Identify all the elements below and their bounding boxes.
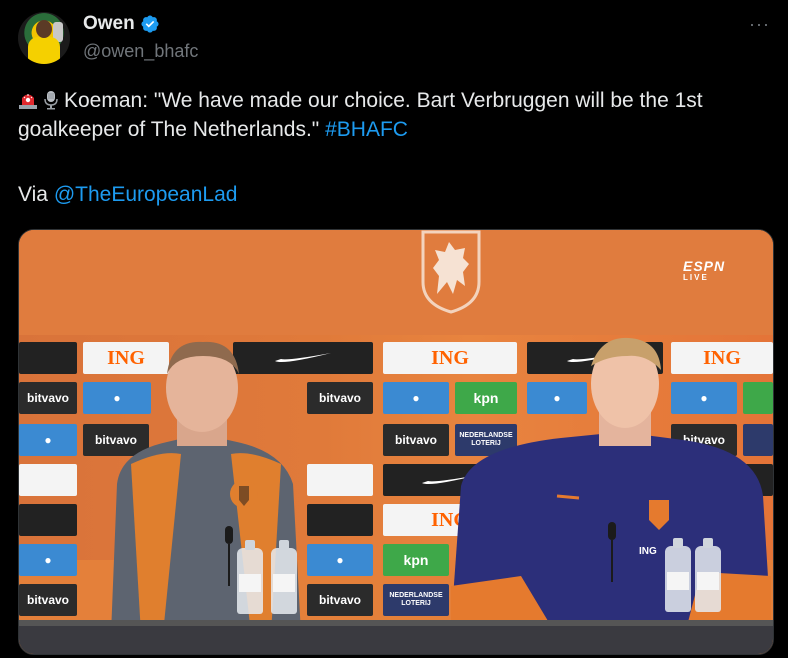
author-handle[interactable]: @owen_bhafc: [83, 41, 198, 62]
via-line: Via @TheEuropeanLad: [18, 183, 237, 207]
lottery-wordmark-2: NEDERLANDSE LOTERIJ: [389, 592, 443, 607]
board-tile-lottery-3: NEDERLANDSE LOTERIJ: [383, 584, 449, 616]
board-tile-nike-6: [19, 504, 77, 536]
mention-link[interactable]: @TheEuropeanLad: [54, 183, 238, 206]
tweet-text: Koeman: "We have made our choice. Bart V…: [18, 86, 770, 144]
board-tile-bitvavo-2: bitvavo: [307, 382, 373, 414]
board-tile-bitvavo-7: bitvavo: [307, 584, 373, 616]
board-tile-ah-2: ●: [383, 382, 449, 414]
more-options-button[interactable]: ···: [749, 14, 770, 35]
avatar[interactable]: [18, 12, 70, 64]
water-bottle: [271, 540, 297, 614]
press-table: [19, 620, 773, 654]
bitvavo-wordmark-7: bitvavo: [318, 593, 361, 607]
water-bottle: [695, 538, 721, 612]
avatar-jersey: [28, 37, 60, 64]
author-display-name[interactable]: Owen: [83, 13, 135, 35]
board-tile-bitvavo-4: bitvavo: [383, 424, 449, 456]
verified-badge-icon: [141, 15, 159, 33]
board-tile-ah-7: ●: [307, 544, 373, 576]
board-tile-bitvavo-6: bitvavo: [19, 584, 77, 616]
microphone-right: [608, 522, 616, 582]
tweet-media-image[interactable]: ESPN LIVE ING ING ING bitvavo ● bitvavo …: [18, 229, 774, 655]
avatar-head: [36, 20, 52, 38]
author-name-row[interactable]: Owen: [83, 13, 160, 35]
bitvavo-wordmark: bitvavo: [26, 391, 69, 405]
board-tile-ah-5: ●: [19, 424, 77, 456]
water-bottle: [237, 540, 263, 614]
board-tile-bitvavo: bitvavo: [19, 382, 77, 414]
bart-verbruggen-figure: [451, 337, 771, 626]
board-tile-nike-7: [307, 504, 373, 536]
kpn-wordmark-2: kpn: [403, 552, 429, 568]
microphone-icon: [44, 91, 58, 110]
via-label: Via: [18, 183, 48, 206]
bitvavo-wordmark-4: bitvavo: [394, 433, 437, 447]
hashtag-link[interactable]: #BHAFC: [325, 118, 408, 141]
espn-live-watermark: ESPN LIVE: [683, 259, 725, 284]
board-tile-ing-4: [19, 464, 77, 496]
board-tile-ing-5: [307, 464, 373, 496]
board-tile-nike: [19, 342, 77, 374]
board-tile-kpn-3: kpn: [383, 544, 449, 576]
backdrop-top: [19, 230, 773, 335]
mic-sponsor-label: ING: [639, 546, 657, 557]
bitvavo-wordmark-2: bitvavo: [318, 391, 361, 405]
microphone-left: [225, 526, 233, 586]
knvb-lion-logo: [421, 230, 481, 314]
siren-icon: [19, 94, 37, 109]
bitvavo-wordmark-6: bitvavo: [26, 593, 69, 607]
board-tile-ah-6: ●: [19, 544, 77, 576]
water-bottle: [665, 538, 691, 612]
